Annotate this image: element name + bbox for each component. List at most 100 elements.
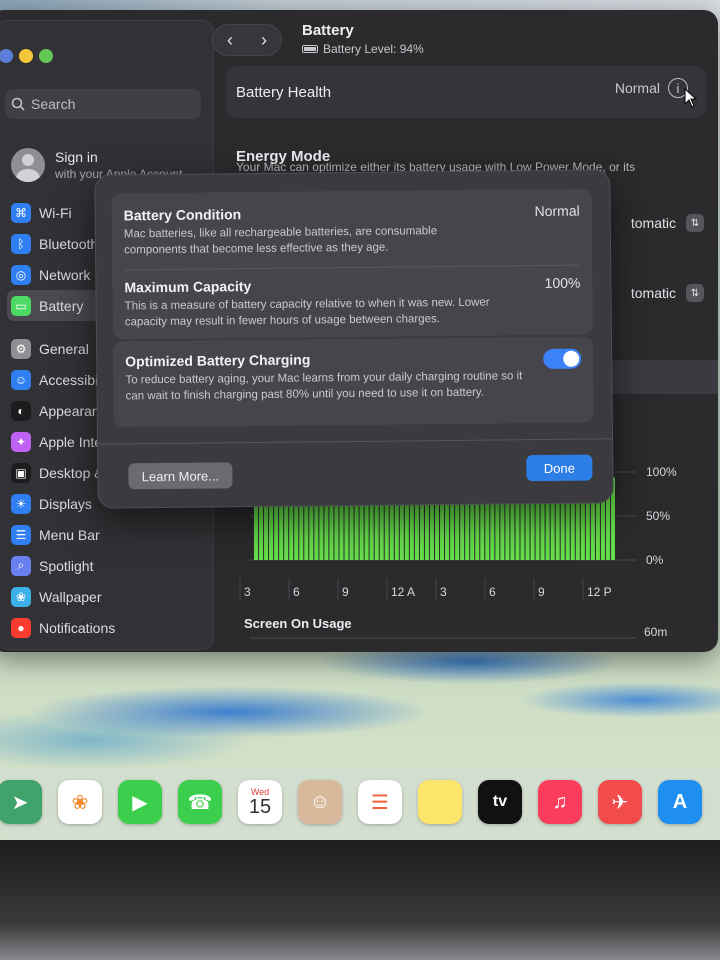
contacts-icon[interactable]: ☺ [298, 780, 342, 824]
search-placeholder: Search [31, 96, 76, 112]
usage-tab[interactable]: s [598, 360, 718, 394]
calendar-icon[interactable]: Wed 15 [238, 780, 282, 824]
battery-icon [302, 45, 318, 53]
battery-health-info-sheet: Battery Condition Normal Mac batteries, … [94, 169, 614, 509]
laptop-bezel [0, 840, 720, 960]
apple-tv-label: tv [492, 793, 508, 810]
sidebar-item-label: Battery [39, 297, 84, 314]
sidebar-item-label: Notifications [39, 619, 116, 636]
zoom-window-button[interactable] [39, 49, 53, 63]
spotlight-icon: ⌕ [11, 555, 31, 576]
apple-intelligence-icon: ✦ [11, 431, 31, 452]
appearance-icon: ◐ [11, 400, 31, 421]
optimized-charging-row: Optimized Battery Charging To reduce bat… [125, 348, 582, 405]
divider [98, 438, 613, 445]
chevron-up-down-icon: ⇅ [686, 284, 704, 302]
battery-health-label: Battery Health [236, 84, 332, 101]
wallpaper-icon: ❀ [11, 586, 31, 607]
sidebar-item-label: Accessibili [39, 371, 105, 388]
network-icon: ◎ [11, 264, 31, 285]
x-tick-label: 12 A [391, 585, 415, 599]
photos-icon[interactable]: ❀ [58, 780, 102, 824]
battery-condition-row: Battery Condition Normal Mac batteries, … [124, 203, 581, 259]
displays-icon: ☀ [11, 493, 31, 514]
select-value: tomatic [630, 215, 676, 231]
maximum-capacity-value: 100% [544, 274, 581, 292]
sidebar-item-label: General [39, 340, 89, 357]
notifications-icon: ● [11, 617, 31, 638]
wifi-icon: ⌘ [11, 202, 31, 223]
battery-level-text: Battery Level: 94% [323, 42, 424, 56]
maximum-capacity-description: This is a measure of battery capacity re… [124, 296, 490, 328]
sidebar-item-notifications[interactable]: ● Notifications [7, 612, 207, 643]
y-tick-label: 100% [646, 465, 677, 479]
phone-icon[interactable]: ☎ [178, 780, 222, 824]
x-tick-label: 9 [342, 585, 349, 599]
menu-bar-icon: ☰ [11, 524, 31, 545]
close-window-button[interactable] [0, 49, 13, 63]
sidebar-item-label: Spotlight [39, 557, 94, 574]
minimize-window-button[interactable] [19, 49, 33, 63]
battery-condition-value: Normal [534, 202, 580, 220]
sidebar-item-label: Network [39, 266, 91, 283]
screen-on-usage-title: Screen On Usage [244, 616, 352, 631]
optimized-charging-title: Optimized Battery Charging [125, 351, 311, 370]
optimized-charging-description: To reduce battery aging, your Mac learns… [125, 370, 523, 402]
maximum-capacity-row: Maximum Capacity 100% This is a measure … [124, 275, 581, 331]
mouse-pointer-icon [684, 88, 698, 108]
x-tick-label: 3 [244, 585, 251, 599]
learn-more-button[interactable]: Learn More... [128, 462, 233, 490]
bluetooth-icon: ᛒ [11, 233, 31, 254]
apple-tv-icon[interactable]: tv [478, 780, 522, 824]
y-tick-label: 50% [646, 509, 670, 523]
x-tick-label: 6 [293, 585, 300, 599]
desktop-icon: ▣ [11, 462, 31, 483]
reminders-icon[interactable]: ☰ [358, 780, 402, 824]
maps-icon[interactable]: ➤ [0, 780, 42, 824]
accessibility-icon: ☺ [11, 369, 31, 390]
search-icon [11, 97, 25, 111]
sidebar-item-label: Displays [39, 495, 92, 512]
select-value: tomatic [630, 285, 676, 301]
navigation-buttons: ‹ › [212, 24, 282, 56]
app-store-icon[interactable]: A [658, 780, 702, 824]
music-icon[interactable]: ♫ [538, 780, 582, 824]
sidebar-item-spotlight[interactable]: ⌕ Spotlight [7, 550, 207, 581]
chevron-up-down-icon: ⇅ [686, 214, 704, 232]
battery-condition-title: Battery Condition [123, 206, 242, 224]
x-tick-label: 12 P [587, 585, 612, 599]
battery-info-group: Battery Condition Normal Mac batteries, … [111, 188, 593, 340]
sidebar-item-wallpaper[interactable]: ❀ Wallpaper [7, 581, 207, 612]
battery-health-value: Normal [614, 80, 660, 96]
battery-level-status: Battery Level: 94% [302, 42, 424, 56]
sidebar-item-label: Apple Inte [39, 433, 103, 450]
x-tick-label: 9 [538, 585, 545, 599]
sidebar-item-label: Desktop & [39, 464, 104, 481]
optimized-charging-toggle[interactable] [543, 348, 582, 370]
done-button[interactable]: Done [526, 454, 593, 482]
x-tick-label: 3 [440, 585, 447, 599]
sidebar-item-label: Wallpaper [39, 588, 102, 605]
divider [124, 264, 581, 271]
calendar-day: 15 [248, 796, 272, 818]
maximum-capacity-title: Maximum Capacity [124, 278, 252, 296]
search-input[interactable]: Search [5, 89, 201, 119]
screen-on-tick-label: 60m [644, 625, 667, 639]
sidebar-item-label: Bluetooth [39, 235, 99, 252]
avatar [11, 148, 45, 182]
sign-in-label: Sign in [55, 149, 98, 165]
x-tick-label: 6 [489, 585, 496, 599]
gear-icon: ⚙ [11, 338, 31, 359]
sidebar-item-label: Wi-Fi [39, 204, 72, 221]
optimized-charging-group: Optimized Battery Charging To reduce bat… [113, 336, 594, 428]
battery-health-row: Battery Health Normal i [226, 66, 706, 118]
y-tick-label: 0% [646, 553, 664, 567]
battery-icon: ▭ [11, 295, 31, 316]
sidebar-item-menu-bar[interactable]: ☰ Menu Bar [7, 519, 207, 550]
back-button[interactable]: ‹ [227, 30, 233, 51]
facetime-icon[interactable]: ▶ [118, 780, 162, 824]
notes-icon[interactable] [418, 780, 462, 824]
rocket-icon[interactable]: ✈ [598, 780, 642, 824]
page-title: Battery [302, 22, 354, 39]
forward-button[interactable]: › [261, 30, 267, 51]
